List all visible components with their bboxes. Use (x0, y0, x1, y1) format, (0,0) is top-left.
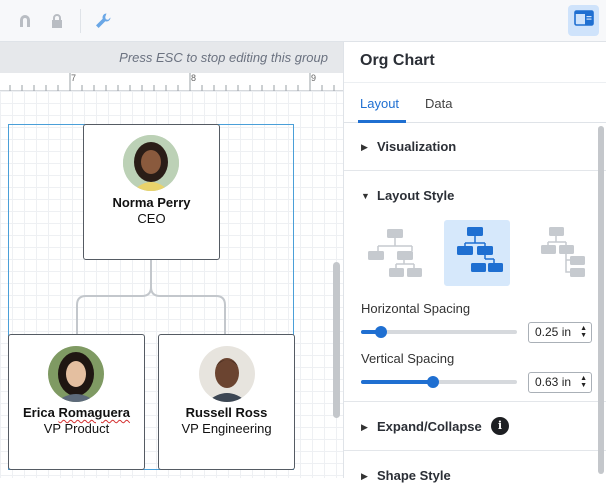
vertical-spacing-label: Vertical Spacing (361, 351, 455, 366)
avatar (123, 135, 179, 191)
org-node-vp-engineering[interactable]: Russell Ross VP Engineering (158, 334, 295, 470)
slider-fill (361, 380, 433, 384)
avatar (199, 346, 255, 402)
canvas-scrollbar[interactable] (333, 262, 340, 418)
slider-thumb[interactable] (426, 376, 439, 388)
panel-toggle-icon (573, 10, 594, 31)
stepper-arrows-icon[interactable]: ▲ ▼ (580, 375, 587, 389)
section-layout-style-header[interactable]: ▼ Layout Style (344, 171, 606, 219)
node-name: Russell Ross (185, 405, 268, 420)
lock-icon[interactable] (48, 12, 66, 30)
section-layout-style: ▼ Layout Style Horizontal Spacing 0.25 i… (344, 171, 606, 402)
layout-option-compact[interactable] (444, 220, 510, 286)
panel-title: Org Chart (360, 52, 435, 69)
horizontal-ruler: 7 8 9 (0, 73, 343, 91)
node-role: CEO (137, 211, 166, 226)
caret-right-icon: ▶ (361, 471, 368, 481)
caret-right-icon: ▶ (361, 422, 368, 432)
info-icon[interactable]: i (491, 417, 509, 435)
section-label: Expand/Collapse (377, 419, 482, 434)
layout-tree-side-icon (541, 227, 585, 277)
vertical-spacing-input[interactable]: 0.63 in ▲ ▼ (528, 372, 592, 393)
node-role: VP Product (43, 421, 110, 436)
ruler-label: 8 (191, 73, 197, 83)
layout-tree-gray-icon (368, 229, 422, 277)
magnet-icon[interactable] (16, 12, 34, 30)
layout-tree-selected-icon (457, 227, 503, 272)
section-shape-style[interactable]: ▶ Shape Style (344, 452, 606, 500)
panel-tabs: Layout Data (344, 82, 606, 123)
horizontal-spacing-input[interactable]: 0.25 in ▲ ▼ (528, 322, 592, 343)
toolbar-divider (80, 9, 81, 33)
section-label: Shape Style (377, 468, 451, 483)
section-label: Layout Style (377, 188, 455, 203)
horizontal-spacing-label: Horizontal Spacing (361, 301, 471, 316)
tab-data[interactable]: Data (425, 96, 452, 111)
node-name: Norma Perry (112, 195, 191, 210)
layout-option-side[interactable] (524, 220, 590, 286)
spin-value: 0.63 in (535, 375, 572, 389)
org-node-ceo[interactable]: Norma Perry CEO (83, 124, 220, 260)
layout-option-standard[interactable] (361, 220, 427, 286)
group-edit-banner: Press ESC to stop editing this group (0, 42, 343, 73)
ruler-label: 7 (71, 73, 77, 83)
section-label: Visualization (377, 139, 457, 154)
node-role: VP Engineering (181, 421, 272, 436)
section-expand-collapse[interactable]: ▶ Expand/Collapse i (344, 403, 606, 451)
wrench-icon[interactable] (94, 12, 112, 30)
caret-down-icon: ▼ (361, 191, 370, 201)
horizontal-spacing-slider[interactable] (361, 326, 517, 338)
org-node-vp-product[interactable]: Erica Romaguera VP Product (8, 334, 145, 470)
diagram-canvas[interactable]: Norma Perry CEO Erica Romaguera VP Produ… (0, 91, 343, 478)
spellcheck-flagged-word: Romaguera (58, 405, 130, 420)
avatar (48, 346, 104, 402)
section-visualization[interactable]: ▶ Visualization (344, 123, 606, 171)
vertical-spacing-slider[interactable] (361, 376, 517, 388)
panel-scrollbar[interactable] (598, 126, 604, 474)
top-toolbar (0, 0, 606, 42)
caret-right-icon: ▶ (361, 142, 368, 152)
ruler-ticks (9, 73, 335, 91)
spin-value: 0.25 in (535, 325, 572, 339)
slider-thumb[interactable] (375, 326, 388, 338)
node-name: Erica Romaguera (23, 405, 130, 420)
panel-toggle-button[interactable] (568, 5, 599, 36)
org-chart-panel: Org Chart Layout Data ▶ Visualization ▼ … (343, 42, 606, 483)
tab-layout[interactable]: Layout (360, 96, 399, 111)
stepper-arrows-icon[interactable]: ▲ ▼ (580, 325, 587, 339)
ruler-label: 9 (311, 73, 317, 83)
